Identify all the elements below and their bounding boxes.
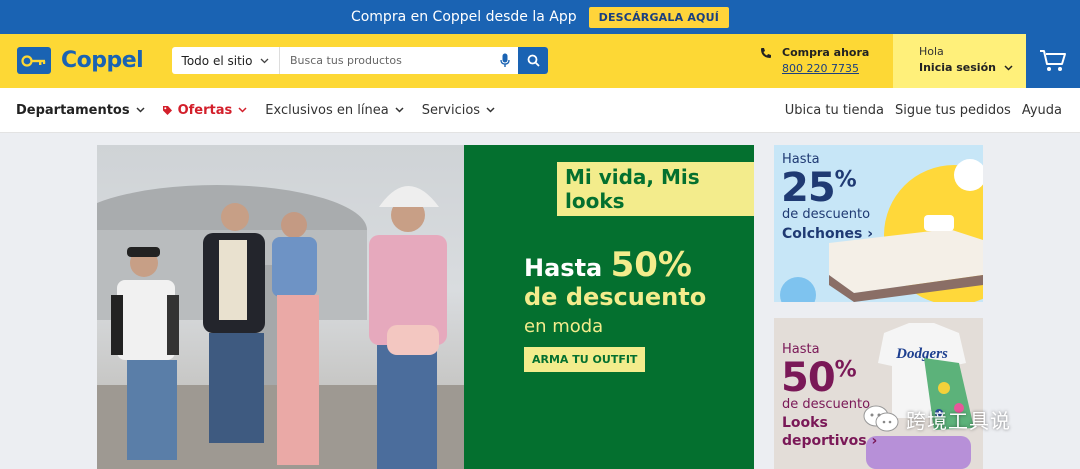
site-header: Coppel Todo el sitio Compra ahora 800 22… — [0, 34, 1080, 88]
watermark: 跨境工具说 — [862, 404, 1011, 434]
cart-button[interactable] — [1026, 34, 1080, 88]
nav-ubica-tienda[interactable]: Ubica tu tienda — [785, 103, 884, 118]
search-input[interactable] — [280, 47, 492, 74]
hero-discount-text: de descuento — [524, 283, 707, 311]
chevron-down-icon — [136, 107, 145, 113]
promo-desc: de descuento — [782, 207, 871, 222]
nav-ayuda[interactable]: Ayuda — [1022, 103, 1062, 118]
chat-bubble-icon — [863, 405, 899, 432]
watermark-text: 跨境工具说 — [906, 408, 1011, 433]
chevron-down-icon — [260, 58, 269, 63]
phone-number-link[interactable]: 800 220 7735 — [782, 62, 869, 75]
nav-sigue-pedidos[interactable]: Sigue tus pedidos — [895, 103, 1011, 118]
login-link[interactable]: Inicia sesión — [919, 61, 1026, 74]
chevron-down-icon — [486, 107, 495, 113]
hero-headline: Hasta 50% — [524, 245, 692, 285]
hero-cta-button[interactable]: ARMA TU OUTFIT — [524, 347, 646, 372]
account-greeting: Hola — [919, 45, 944, 58]
search-scope-select[interactable]: Todo el sitio — [172, 47, 280, 74]
nav-exclusivos[interactable]: Exclusivos en línea — [265, 102, 404, 118]
call-title: Compra ahora — [782, 46, 870, 59]
app-promo-text: Compra en Coppel desde la App — [350, 9, 577, 25]
shirt-print-text: Dodgers — [895, 346, 948, 362]
main-nav: Departamentos Ofertas Exclusivos en líne… — [0, 88, 1080, 133]
nav-label: Exclusivos en línea — [265, 102, 389, 118]
tag-icon — [162, 105, 172, 115]
phone-icon — [761, 48, 771, 58]
nav-ofertas[interactable]: Ofertas — [162, 102, 248, 118]
promo-desc: de descuento — [782, 397, 871, 412]
coppel-logo[interactable]: Coppel — [17, 47, 144, 74]
hero-percent: 50% — [610, 245, 692, 285]
promo-category-link[interactable]: Colchones › — [782, 225, 873, 243]
hero-tagline: Mi vida, Mis looks — [557, 162, 754, 216]
key-icon — [17, 47, 51, 74]
nav-departamentos[interactable]: Departamentos — [16, 103, 145, 118]
microphone-icon[interactable] — [492, 53, 518, 68]
search-button[interactable] — [518, 47, 548, 74]
promo-colchones[interactable]: Hasta 25% de descuento Colchones › — [774, 145, 983, 302]
call-to-buy: Compra ahora 800 220 7735 — [760, 46, 869, 75]
app-promo-bar: Compra en Coppel desde la App DESCÁRGALA… — [0, 0, 1080, 34]
nav-label: Servicios — [421, 102, 481, 118]
nav-servicios[interactable]: Servicios — [422, 103, 495, 118]
hero-hasta: Hasta — [524, 254, 603, 282]
account-menu[interactable]: Hola Inicia sesión — [893, 34, 1026, 88]
hero-category-text: en moda — [524, 316, 604, 337]
hero-offer-panel: Mi vida, Mis looks Hasta 50% de descuent… — [464, 145, 754, 469]
promo-percent: 50% — [781, 355, 857, 401]
search-bar: Todo el sitio — [172, 47, 548, 74]
search-icon — [527, 54, 540, 67]
hero-photo — [97, 145, 464, 469]
cart-icon — [1040, 50, 1066, 71]
download-app-button[interactable]: DESCÁRGALA AQUÍ — [588, 6, 730, 28]
nav-label: Departamentos — [16, 102, 130, 118]
promo-percent: 25% — [781, 165, 857, 211]
logo-text: Coppel — [61, 48, 144, 73]
hero-banner[interactable]: Mi vida, Mis looks Hasta 50% de descuent… — [97, 145, 754, 469]
nav-label: Ofertas — [177, 102, 233, 118]
promo-looks-deportivos[interactable]: Dodgers Hasta 50% de descuento Looks dep… — [774, 318, 983, 469]
search-scope-label: Todo el sitio — [181, 53, 253, 68]
chevron-down-icon — [1004, 64, 1013, 71]
chevron-down-icon — [238, 107, 247, 113]
login-label: Inicia sesión — [919, 61, 996, 74]
chevron-down-icon — [395, 107, 404, 113]
